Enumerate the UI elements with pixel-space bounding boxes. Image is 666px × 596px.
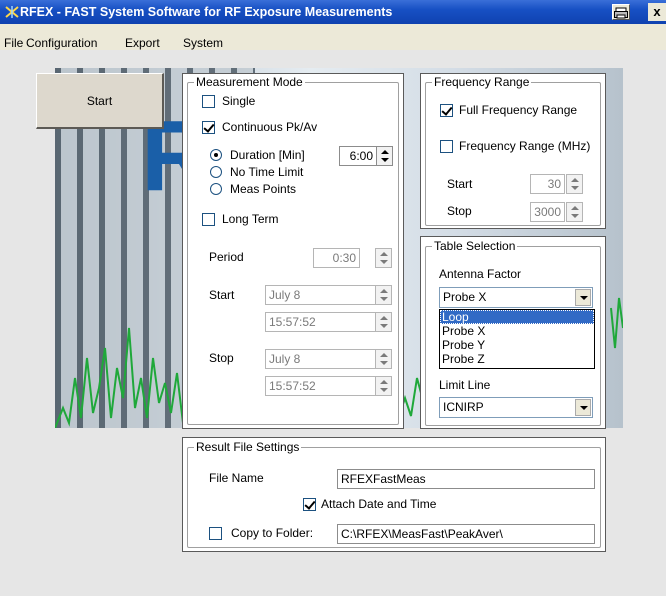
close-icon[interactable]: x (648, 3, 666, 21)
stop-time-field[interactable]: 15:57:52 (265, 376, 376, 396)
meas-points-radio[interactable] (210, 183, 222, 195)
start-date-spinner[interactable] (375, 285, 392, 305)
freq-start-spinner[interactable] (566, 174, 583, 194)
antenna-factor-label: Antenna Factor (439, 267, 522, 281)
stop-label: Stop (209, 351, 234, 365)
start-time-field[interactable]: 15:57:52 (265, 312, 376, 332)
continuous-checkbox[interactable] (202, 121, 215, 134)
long-term-label: Long Term (222, 212, 279, 226)
period-label: Period (209, 250, 244, 264)
chevron-down-icon[interactable] (575, 289, 591, 306)
duration-label: Duration [Min] (230, 148, 305, 162)
attach-date-time-label: Attach Date and Time (321, 497, 437, 511)
duration-radio[interactable] (210, 149, 222, 161)
antenna-factor-select[interactable]: Probe X (439, 287, 593, 308)
start-button[interactable]: Start (36, 73, 164, 129)
antenna-option-probe-x[interactable]: Probe X (440, 324, 594, 338)
continuous-label: Continuous Pk/Av (222, 120, 318, 134)
freq-stop-label: Stop (447, 204, 472, 218)
rfex-app-icon (5, 6, 19, 18)
full-frequency-label: Full Frequency Range (459, 103, 578, 117)
period-spinner[interactable] (375, 248, 392, 268)
frequency-range-mhz-label: Frequency Range (MHz) (459, 139, 591, 153)
measurement-mode-panel: Measurement Mode Single Continuous Pk/Av… (182, 73, 404, 429)
limit-line-select[interactable]: ICNIRP (439, 397, 593, 418)
long-term-checkbox[interactable] (202, 213, 215, 226)
limit-line-label: Limit Line (439, 378, 491, 392)
frequency-range-mhz-checkbox[interactable] (440, 140, 453, 153)
freq-start-label: Start (447, 177, 473, 191)
result-file-legend: Result File Settings (194, 440, 302, 454)
start-time-spinner[interactable] (375, 312, 392, 332)
single-label: Single (222, 94, 256, 108)
single-checkbox[interactable] (202, 95, 215, 108)
meas-points-label: Meas Points (230, 182, 297, 196)
duration-field[interactable]: 6:00 (339, 146, 377, 166)
antenna-factor-dropdown: Loop Probe X Probe Y Probe Z (439, 309, 595, 369)
copy-to-folder-field[interactable]: C:\RFEX\MeasFast\PeakAver\ (337, 524, 595, 544)
period-field[interactable]: 0:30 (313, 248, 360, 268)
start-label: Start (209, 288, 235, 302)
antenna-option-probe-z[interactable]: Probe Z (440, 352, 594, 366)
window-title: RFEX - FAST System Software for RF Expos… (20, 5, 393, 19)
no-time-limit-radio[interactable] (210, 166, 222, 178)
title-bar[interactable]: RFEX - FAST System Software for RF Expos… (0, 0, 666, 24)
limit-line-value: ICNIRP (443, 400, 484, 414)
menu-export[interactable]: Export (125, 36, 160, 50)
antenna-option-probe-y[interactable]: Probe Y (440, 338, 594, 352)
antenna-option-loop[interactable]: Loop (440, 310, 594, 324)
start-date-field[interactable]: July 8 (265, 285, 376, 305)
table-selection-legend: Table Selection (432, 239, 518, 253)
stop-date-field[interactable]: July 8 (265, 349, 376, 369)
attach-date-time-checkbox[interactable] (303, 498, 316, 511)
copy-to-folder-label: Copy to Folder: (231, 526, 314, 540)
duration-spinner[interactable] (376, 146, 393, 166)
frequency-range-legend: Frequency Range (432, 75, 532, 89)
printer-icon[interactable] (612, 4, 630, 20)
copy-to-folder-checkbox[interactable] (209, 527, 222, 540)
result-file-panel: Result File Settings File Name RFEXFastM… (182, 437, 606, 552)
measurement-mode-legend: Measurement Mode (194, 75, 305, 89)
menu-bar: File Configuration Export System (0, 24, 666, 50)
stop-date-spinner[interactable] (375, 349, 392, 369)
table-selection-panel: Table Selection Antenna Factor Probe X L… (420, 236, 606, 429)
file-name-field[interactable]: RFEXFastMeas (337, 469, 595, 489)
menu-configuration[interactable]: Configuration (26, 36, 97, 50)
full-frequency-checkbox[interactable] (440, 104, 453, 117)
freq-stop-field[interactable]: 3000 (530, 202, 565, 222)
stop-time-spinner[interactable] (375, 376, 392, 396)
no-time-limit-label: No Time Limit (230, 165, 304, 179)
antenna-factor-value: Probe X (443, 290, 487, 304)
menu-file[interactable]: File (4, 36, 23, 50)
freq-start-field[interactable]: 30 (530, 174, 565, 194)
frequency-range-panel: Frequency Range Full Frequency Range Fre… (420, 73, 606, 229)
menu-system[interactable]: System (183, 36, 223, 50)
freq-stop-spinner[interactable] (566, 202, 583, 222)
chevron-down-icon[interactable] (575, 399, 591, 416)
file-name-label: File Name (209, 471, 264, 485)
